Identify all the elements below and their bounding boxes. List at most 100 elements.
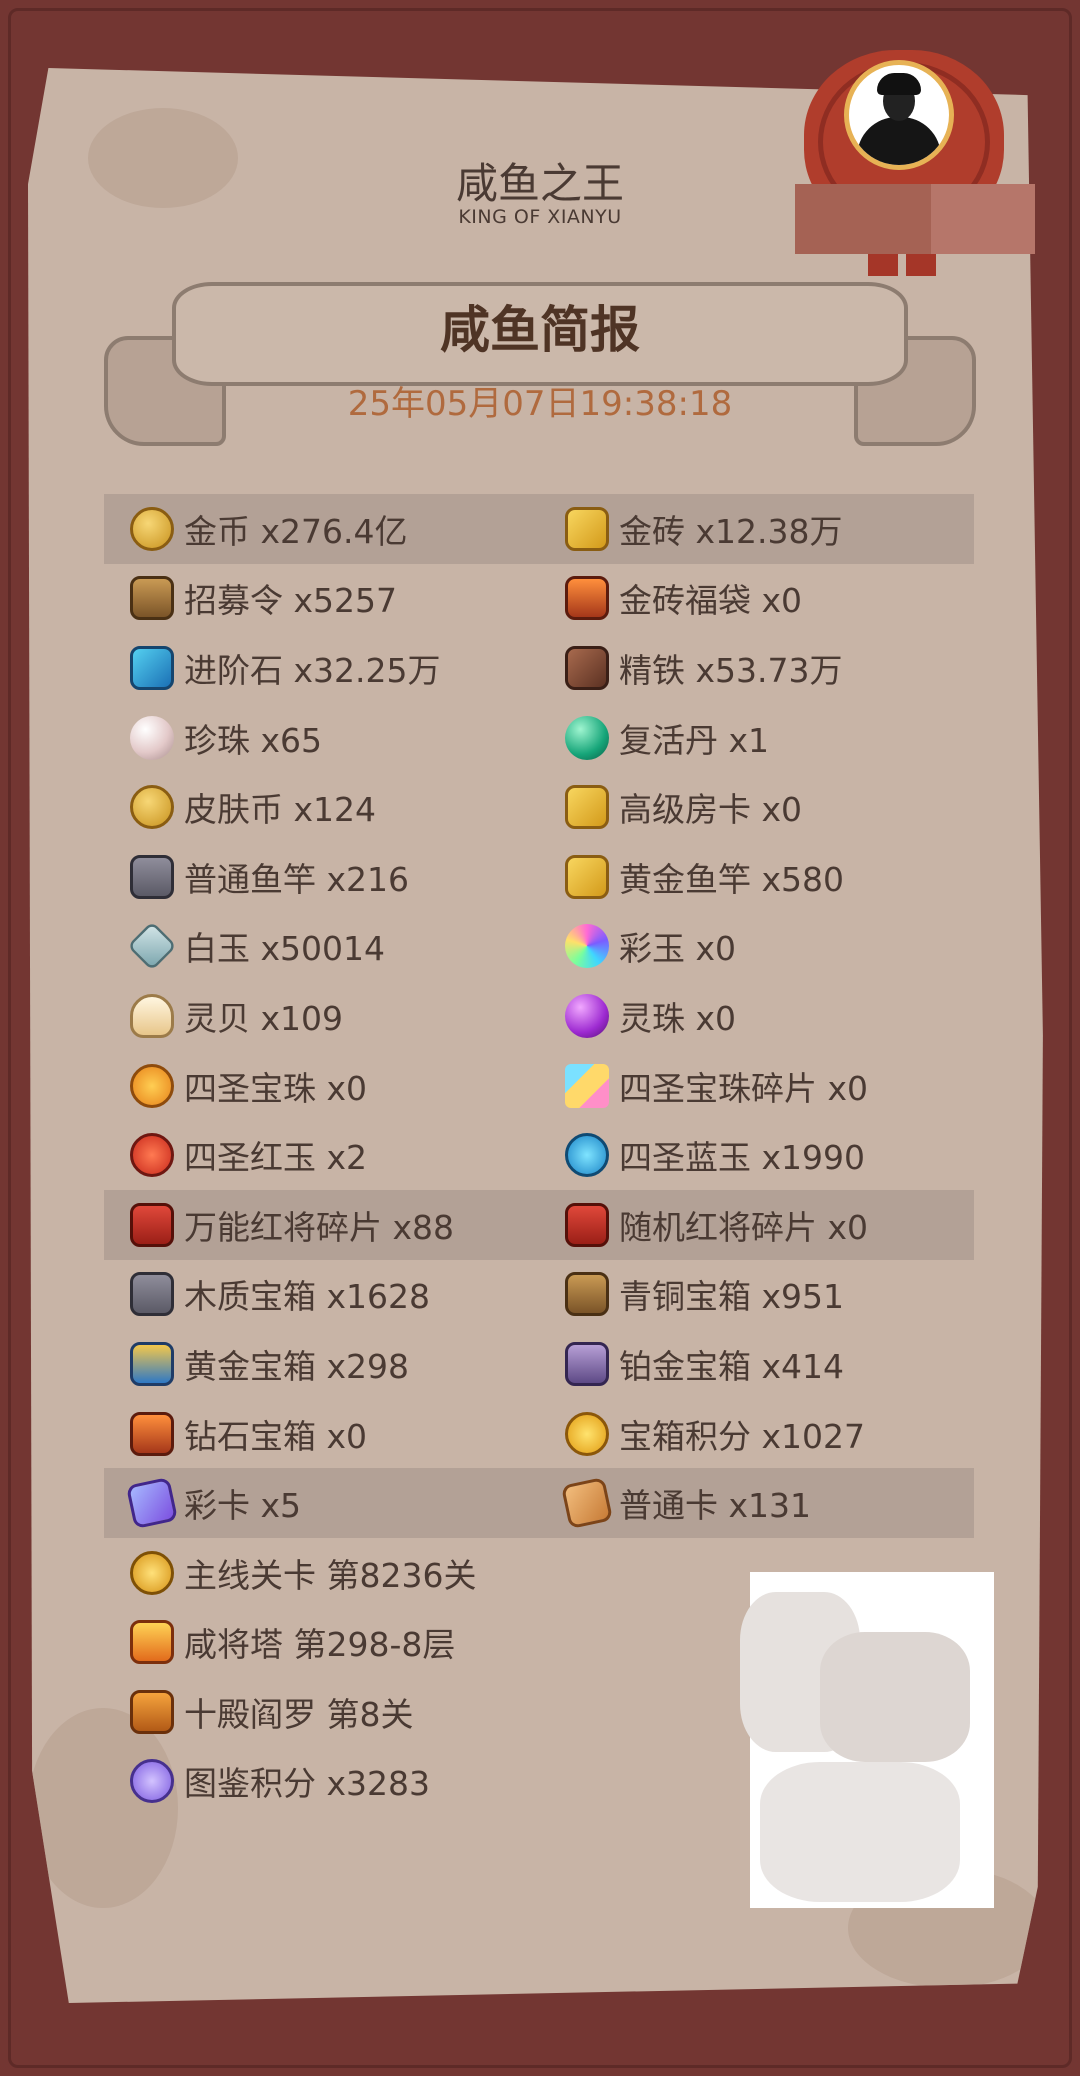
chest-points-icon	[565, 1411, 609, 1456]
resource-item: 钻石宝箱 x0	[130, 1399, 367, 1469]
resource-label: 复活丹 x1	[619, 720, 770, 760]
redacted-player-info	[795, 184, 1035, 254]
resource-row: 招募令 x5257 金砖福袋 x0	[104, 564, 974, 634]
resource-label: 十殿阎罗 第8关	[184, 1694, 414, 1734]
resource-item: 四圣蓝玉 x1990	[565, 1120, 865, 1190]
resource-row: 灵贝 x109 灵珠 x0	[104, 981, 974, 1051]
resource-label: 白玉 x50014	[184, 929, 385, 969]
resource-label: 钻石宝箱 x0	[184, 1416, 368, 1456]
resource-item: 复活丹 x1	[565, 703, 769, 773]
rainbow-jade-icon	[565, 924, 609, 969]
diamond-chest-icon	[130, 1411, 174, 1456]
resource-item: 彩卡 x5	[125, 1468, 301, 1538]
resource-item: 彩玉 x0	[565, 912, 736, 982]
resource-row: 四圣宝珠 x0 四圣宝珠碎片 x0	[104, 1051, 974, 1121]
golden-rod-icon	[565, 854, 609, 899]
resource-label: 金币 x276.4亿	[184, 511, 408, 551]
resource-label: 黄金宝箱 x298	[184, 1346, 410, 1386]
recruit-token-icon	[130, 576, 174, 621]
resource-item: 四圣红玉 x2	[130, 1120, 367, 1190]
advance-stone-icon	[130, 645, 174, 690]
premium-room-card-icon	[565, 785, 609, 830]
resource-label: 木质宝箱 x1628	[184, 1277, 431, 1317]
color-card-icon	[125, 1477, 179, 1530]
gold-coin-icon	[130, 506, 174, 551]
resource-label: 宝箱积分 x1027	[619, 1416, 866, 1456]
resource-row: 白玉 x50014 彩玉 x0	[104, 912, 974, 982]
game-title: 咸鱼之王	[455, 159, 624, 208]
resource-label: 四圣宝珠 x0	[184, 1068, 368, 1108]
redacted-qr-code	[740, 1572, 994, 1908]
resource-label: 金砖 x12.38万	[619, 511, 843, 551]
resource-row: 四圣红玉 x2 四圣蓝玉 x1990	[104, 1120, 974, 1190]
holy-red-jade-icon	[130, 1133, 174, 1178]
resource-label: 四圣红玉 x2	[184, 1138, 368, 1178]
normal-card-icon	[560, 1477, 614, 1530]
resource-item: 进阶石 x32.25万	[130, 633, 441, 703]
pearl-icon	[130, 715, 174, 760]
report-timestamp: 25年05月07日19:38:18	[347, 384, 733, 424]
resource-item: 普通鱼竿 x216	[130, 842, 409, 912]
general-tower-icon	[130, 1620, 174, 1665]
resource-item: 白玉 x50014	[127, 912, 385, 982]
resource-item: 灵贝 x109	[130, 981, 343, 1051]
revive-pill-icon	[565, 715, 609, 760]
resource-label: 四圣蓝玉 x1990	[619, 1138, 866, 1178]
resource-row: 彩卡 x5 普通卡 x131	[104, 1468, 974, 1538]
resource-row: 钻石宝箱 x0 宝箱积分 x1027	[104, 1399, 974, 1469]
random-general-shard-icon	[565, 1202, 609, 1247]
resource-item: 精铁 x53.73万	[565, 633, 843, 703]
fishing-rod-icon	[130, 854, 174, 899]
resource-row: 普通鱼竿 x216 黄金鱼竿 x580	[104, 842, 974, 912]
resource-item: 普通卡 x131	[560, 1468, 812, 1538]
resource-row: 黄金宝箱 x298 铂金宝箱 x414	[104, 1329, 974, 1399]
resource-item: 图鉴积分 x3283	[130, 1747, 430, 1817]
resource-label: 进阶石 x32.25万	[184, 650, 441, 690]
resource-label: 铂金宝箱 x414	[619, 1346, 845, 1386]
resource-label: 普通鱼竿 x216	[184, 859, 410, 899]
resource-label: 灵珠 x0	[619, 998, 737, 1038]
resource-label: 随机红将碎片 x0	[619, 1207, 869, 1247]
resource-item: 皮肤币 x124	[130, 772, 376, 842]
resource-item: 主线关卡 第8236关	[130, 1538, 476, 1608]
resource-label: 招募令 x5257	[184, 581, 398, 621]
report-title: 咸鱼简报	[440, 301, 640, 359]
resource-label: 图鉴积分 x3283	[184, 1764, 431, 1804]
wooden-chest-icon	[130, 1272, 174, 1317]
resource-item: 金币 x276.4亿	[130, 494, 408, 564]
spirit-shell-icon	[130, 993, 174, 1038]
resource-label: 金砖福袋 x0	[619, 581, 803, 621]
skin-coin-icon	[130, 785, 174, 830]
resource-item: 咸将塔 第298-8层	[130, 1608, 455, 1678]
resource-item: 四圣宝珠碎片 x0	[565, 1051, 868, 1121]
gold-chest-icon	[130, 1341, 174, 1386]
resource-item: 黄金宝箱 x298	[130, 1329, 409, 1399]
bronze-chest-icon	[565, 1272, 609, 1317]
resource-item: 随机红将碎片 x0	[565, 1190, 868, 1260]
holy-orb-shard-icon	[565, 1063, 609, 1108]
resource-row: 珍珠 x65 复活丹 x1	[104, 703, 974, 773]
resource-label: 咸将塔 第298-8层	[184, 1625, 456, 1665]
resource-item: 万能红将碎片 x88	[130, 1190, 454, 1260]
universal-general-shard-icon	[130, 1202, 174, 1247]
resource-item: 黄金鱼竿 x580	[565, 842, 844, 912]
holy-orb-icon	[130, 1063, 174, 1108]
resource-item: 铂金宝箱 x414	[565, 1329, 844, 1399]
resource-row: 进阶石 x32.25万 精铁 x53.73万	[104, 633, 974, 703]
resource-label: 皮肤币 x124	[184, 790, 377, 830]
resource-label: 珍珠 x65	[184, 720, 323, 760]
spirit-orb-icon	[565, 993, 609, 1038]
yama-icon	[130, 1689, 174, 1734]
resource-item: 灵珠 x0	[565, 981, 736, 1051]
avatar[interactable]	[844, 60, 954, 170]
resource-row: 皮肤币 x124 高级房卡 x0	[104, 772, 974, 842]
main-stage-icon	[130, 1550, 174, 1595]
resource-label: 灵贝 x109	[184, 998, 344, 1038]
gold-brick-icon	[565, 506, 609, 551]
resource-item: 珍珠 x65	[130, 703, 322, 773]
resource-label: 普通卡 x131	[619, 1486, 812, 1526]
holy-blue-jade-icon	[565, 1133, 609, 1178]
resource-item: 高级房卡 x0	[565, 772, 802, 842]
resource-label: 黄金鱼竿 x580	[619, 859, 845, 899]
resource-item: 十殿阎罗 第8关	[130, 1677, 414, 1747]
